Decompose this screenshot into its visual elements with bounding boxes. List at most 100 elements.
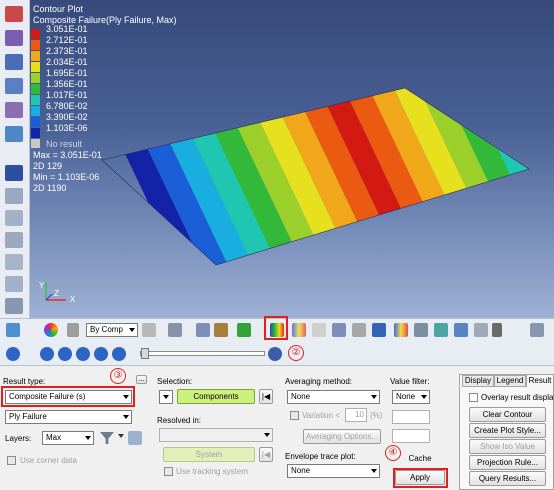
section-icon[interactable]: [372, 323, 386, 337]
contour-band: [540, 80, 554, 280]
mesh-icon[interactable]: [142, 323, 156, 337]
scale-icon[interactable]: [530, 323, 544, 337]
tab-display[interactable]: Display: [462, 375, 494, 387]
projection-rule-button[interactable]: Projection Rule...: [469, 455, 546, 470]
deform-icon[interactable]: [312, 323, 326, 337]
close-tool-icon[interactable]: [492, 323, 502, 337]
material-icon[interactable]: [67, 323, 79, 337]
graphics-viewport[interactable]: Contour Plot Composite Failure(Ply Failu…: [30, 0, 554, 318]
contour-panel: Result type: ③ ... Composite Failure (s)…: [0, 366, 554, 490]
tensor-icon[interactable]: [352, 323, 366, 337]
selection-label: Selection:: [157, 377, 193, 386]
layers-label: Layers:: [5, 434, 32, 443]
tensor-tool-icon[interactable]: [5, 54, 23, 70]
use-tracking-checkbox[interactable]: [164, 467, 173, 476]
vector-tool-icon[interactable]: [5, 30, 23, 46]
probe-icon[interactable]: [474, 323, 488, 337]
system-button[interactable]: System: [163, 447, 255, 462]
animation-icon[interactable]: [434, 323, 448, 337]
anim-settings-icon[interactable]: [268, 347, 282, 361]
monitor-icon[interactable]: [5, 126, 23, 142]
shaded-icon[interactable]: [196, 323, 210, 337]
layers-icon[interactable]: [5, 165, 23, 181]
contour-tool-icon[interactable]: [5, 6, 23, 22]
components-button[interactable]: Components: [177, 389, 255, 404]
group-icon[interactable]: [5, 276, 23, 292]
annotation-2: ②: [288, 345, 304, 361]
rewind-icon[interactable]: [58, 347, 72, 361]
eye-icon[interactable]: [5, 188, 23, 204]
deformed-tool-icon[interactable]: [5, 78, 23, 94]
legend-edit-icon[interactable]: [394, 323, 408, 337]
y-axis-label: Y: [39, 281, 45, 290]
value-filter-select[interactable]: None: [392, 390, 430, 404]
element-icon[interactable]: [214, 323, 228, 337]
play-icon[interactable]: [76, 347, 90, 361]
frame-slider-handle[interactable]: [141, 348, 149, 359]
system-reset-button[interactable]: |◀: [259, 447, 273, 462]
anim-mode-icon[interactable]: [6, 347, 20, 361]
use-corner-data-label: Use corner data: [20, 456, 77, 465]
component-icon[interactable]: [237, 323, 251, 337]
tab-result[interactable]: Result: [526, 374, 554, 387]
forward-icon[interactable]: [94, 347, 108, 361]
overlay-label: Overlay result display: [481, 393, 554, 402]
contour-plate: Y X Z: [39, 80, 554, 304]
filter-dropdown-icon[interactable]: [118, 434, 124, 438]
create-plot-style-button[interactable]: Create Plot Style...: [469, 423, 546, 438]
envelope-label: Envelope trace plot:: [285, 452, 356, 461]
legend-icon[interactable]: [6, 323, 20, 337]
tab-legend[interactable]: Legend: [494, 375, 526, 387]
variation-input[interactable]: 10: [345, 408, 367, 422]
variation-label: Variation <: [302, 411, 340, 420]
filter-icon[interactable]: [5, 232, 23, 248]
use-corner-data-checkbox[interactable]: [7, 456, 16, 465]
variation-unit: (%): [370, 411, 383, 420]
color-wheel-icon[interactable]: [44, 323, 58, 337]
query-results-button[interactable]: Query Results...: [469, 471, 546, 486]
use-tracking-label: Use tracking system: [176, 467, 249, 476]
ply-select[interactable]: Ply Failure: [5, 410, 132, 424]
z-axis-line: [45, 293, 53, 301]
contour-band: [490, 88, 529, 265]
vector-icon[interactable]: [332, 323, 346, 337]
cube-icon[interactable]: [168, 323, 182, 337]
view-icon[interactable]: [5, 210, 23, 226]
value-filter-min-input[interactable]: [392, 410, 430, 424]
animation-toolbar: ②: [0, 342, 554, 366]
iso-surface-icon[interactable]: [292, 323, 306, 337]
resolved-in-label: Resolved in:: [157, 416, 202, 425]
measure-icon[interactable]: [414, 323, 428, 337]
layers-stack-icon[interactable]: [128, 431, 142, 445]
layers-select[interactable]: Max: [42, 431, 94, 445]
color-by-select[interactable]: By Comp: [86, 323, 138, 337]
selection-reset-button[interactable]: |◀: [259, 389, 273, 404]
tree-icon[interactable]: [5, 254, 23, 270]
averaging-select[interactable]: None: [287, 390, 380, 404]
left-toolbar: [0, 0, 30, 318]
notes-icon[interactable]: [454, 323, 468, 337]
settings-icon[interactable]: [5, 298, 23, 314]
contour-band: [515, 88, 529, 265]
result-toolbar: By Comp: [0, 316, 554, 342]
value-filter-max-input[interactable]: [392, 429, 430, 443]
averaging-options-button[interactable]: Averaging Options...: [303, 429, 381, 444]
selection-type-select[interactable]: [159, 390, 173, 404]
resolved-in-select[interactable]: [159, 428, 273, 442]
annotation-3: ③: [110, 368, 126, 384]
frame-slider[interactable]: [140, 351, 265, 356]
result-type-label: Result type:: [3, 377, 46, 386]
apply-highlight-box: [393, 468, 448, 488]
result-browse-button[interactable]: ...: [136, 375, 147, 384]
clear-contour-button[interactable]: Clear Contour: [469, 407, 546, 422]
cache-button[interactable]: Cache: [402, 452, 438, 467]
iso-tool-icon[interactable]: [5, 102, 23, 118]
variation-checkbox[interactable]: [290, 411, 299, 420]
last-frame-icon[interactable]: [112, 347, 126, 361]
first-frame-icon[interactable]: [40, 347, 54, 361]
filter-icon[interactable]: [100, 432, 114, 444]
envelope-select[interactable]: None: [287, 464, 380, 478]
overlay-checkbox[interactable]: [469, 393, 478, 402]
show-iso-value-button[interactable]: Show Iso Value: [469, 439, 546, 454]
contour-highlight-box: [264, 316, 288, 340]
